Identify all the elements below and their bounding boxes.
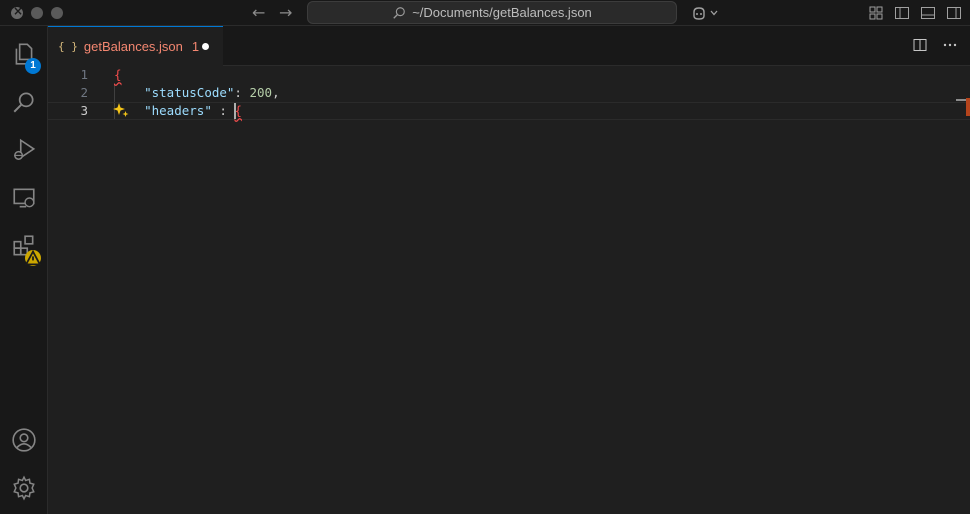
title-bar: ← → ~/Documents/getBalances.json [0, 0, 970, 26]
warning-badge [25, 249, 41, 266]
window-maximize-button[interactable] [51, 7, 63, 19]
window-close-button[interactable] [11, 4, 23, 19]
accounts-button[interactable] [0, 416, 48, 464]
customize-layout-icon[interactable] [868, 5, 884, 21]
activity-bar: 1 [0, 26, 48, 514]
json-separator: : [234, 85, 250, 100]
remote-explorer-view-button[interactable] [0, 174, 48, 222]
warning-icon [25, 249, 41, 266]
split-editor-icon[interactable] [912, 37, 928, 53]
json-comma: , [272, 85, 280, 100]
code-line[interactable]: 1 { [48, 66, 970, 84]
explorer-badge: 1 [25, 58, 41, 74]
json-key: "headers" [144, 103, 212, 118]
tab-problem-count: 1 [191, 39, 200, 54]
json-separator: : [211, 103, 235, 118]
search-view-button[interactable] [0, 78, 48, 126]
line-number: 2 [80, 85, 88, 100]
code-line[interactable]: 2 "statusCode": 200, [48, 84, 970, 102]
overview-ruler-error-marker[interactable] [966, 98, 970, 116]
explorer-view-button[interactable]: 1 [0, 30, 48, 78]
search-icon [393, 6, 406, 19]
search-icon [13, 92, 34, 113]
more-actions-icon[interactable] [942, 37, 958, 53]
text-cursor [234, 103, 236, 119]
tab-label: getBalances.json [83, 39, 183, 54]
run-and-debug-view-button[interactable] [0, 126, 48, 174]
forward-arrow-icon[interactable]: → [279, 3, 292, 22]
json-number-value: 200 [249, 85, 273, 100]
line-number: 1 [80, 67, 88, 82]
unsaved-indicator-icon[interactable] [202, 43, 209, 50]
chevron-down-icon [710, 10, 718, 16]
extensions-view-button[interactable] [0, 222, 48, 270]
command-center-search[interactable]: ~/Documents/getBalances.json [307, 1, 677, 24]
sparkle-icon[interactable] [112, 101, 130, 119]
overview-ruler-cursor [956, 99, 966, 101]
remote-explorer-icon [13, 188, 35, 208]
editor-tab-bar: { } getBalances.json 1 [48, 26, 970, 66]
open-brace: { [114, 67, 122, 82]
back-arrow-icon[interactable]: ← [252, 3, 265, 22]
copilot-menu-button[interactable] [691, 5, 719, 21]
toggle-panel-icon[interactable] [920, 5, 936, 21]
line-number: 3 [80, 103, 88, 118]
manage-settings-button[interactable] [0, 464, 48, 512]
copilot-icon [693, 7, 705, 20]
json-key: "statusCode" [144, 85, 235, 100]
code-line-current[interactable]: 3 "headers" : { [48, 102, 970, 120]
toggle-primary-sidebar-icon[interactable] [894, 5, 910, 21]
run-debug-icon [14, 138, 36, 160]
code-editor[interactable]: 1 { 2 "statusCode": 200, 3 "headers" : { [48, 66, 970, 514]
account-icon [12, 428, 36, 452]
toggle-secondary-sidebar-icon[interactable] [946, 5, 962, 21]
command-center-text: ~/Documents/getBalances.json [412, 5, 592, 20]
gear-icon [13, 475, 35, 501]
tab-getbalances-json[interactable]: { } getBalances.json 1 [48, 26, 223, 66]
json-file-icon: { } [58, 40, 78, 53]
window-minimize-button[interactable] [31, 7, 43, 19]
